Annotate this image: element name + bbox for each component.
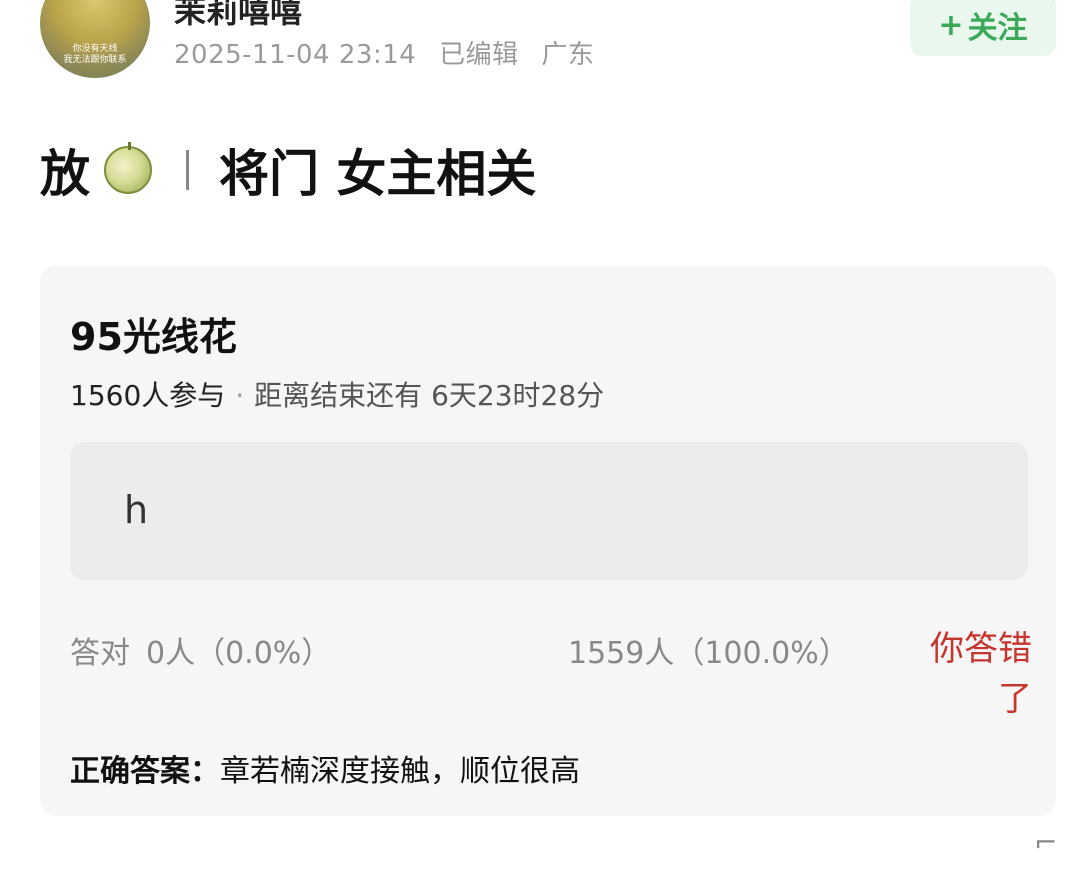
countdown-text: 距离结束还有 6天23时28分 xyxy=(254,379,605,412)
correct-label: 答对 xyxy=(70,636,130,671)
headline-divider xyxy=(186,150,189,190)
quiz-card: 95光线花 1560人参与 · 距离结束还有 6天23时28分 h 答对 0人（0.0… xyxy=(40,266,1056,816)
stats-separator: · xyxy=(235,379,245,412)
chosen-stat: 1559人（100.0%） xyxy=(568,636,849,671)
edited-tag: 已编辑 xyxy=(439,40,519,70)
post-headline: 放 将门 女主相关 xyxy=(40,140,536,203)
watermark-icon: ⌐ xyxy=(1034,826,1058,859)
quiz-option[interactable]: h xyxy=(70,442,1028,580)
correct-stat: 答对 0人（0.0%） xyxy=(70,628,331,672)
post-meta: 2025-11-04 23:14 已编辑 广东 xyxy=(174,34,594,71)
quiz-stats: 1560人参与 · 距离结束还有 6天23时28分 xyxy=(70,374,604,414)
answer-text: 章若楠深度接触，顺位很高 xyxy=(220,754,580,789)
correct-count: 0人（0.0%） xyxy=(146,636,332,671)
author-name[interactable]: 茉莉嘻嘻 xyxy=(174,0,302,32)
follow-button[interactable]: + 关注 xyxy=(910,0,1056,56)
melon-icon xyxy=(104,142,152,194)
participants-count: 1560人参与 xyxy=(70,379,226,412)
avatar-caption-line-2: 我无法跟你联系 xyxy=(63,55,127,65)
wrong-answer-badge: 你答错了 xyxy=(930,629,1032,719)
option-text: h xyxy=(124,488,149,532)
quiz-title: 95光线花 xyxy=(70,315,237,359)
post-timestamp: 2025-11-04 23:14 xyxy=(174,40,417,70)
avatar-caption-line-1: 你没有天线 xyxy=(72,44,118,54)
answer-label: 正确答案： xyxy=(70,754,220,789)
location-tag: 广东 xyxy=(541,40,595,70)
avatar-caption: 你没有天线 我无法跟你联系 xyxy=(40,44,150,66)
correct-answer: 正确答案：章若楠深度接触，顺位很高 xyxy=(70,746,580,790)
avatar[interactable]: 你没有天线 我无法跟你联系 xyxy=(40,0,150,78)
plus-icon: + xyxy=(938,7,964,43)
headline-title: 将门 女主相关 xyxy=(219,145,537,203)
follow-label: 关注 xyxy=(967,11,1028,46)
headline-lead: 放 xyxy=(40,145,90,203)
